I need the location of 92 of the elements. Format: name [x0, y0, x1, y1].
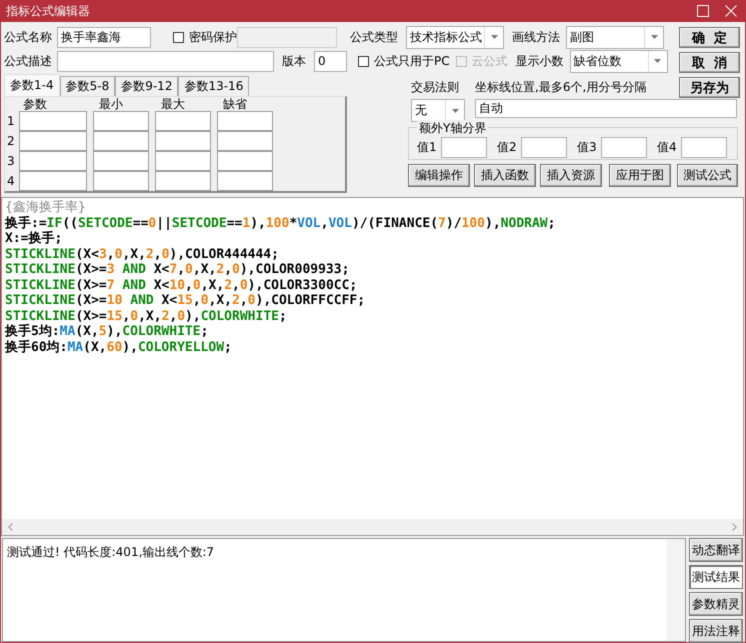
field-label: 值4 [657, 139, 678, 156]
code-line: STICKLINE(X>=7 AND X<10,0,X,2,0),COLOR3300CC; [5, 278, 358, 293]
param-cell[interactable] [217, 131, 273, 151]
field-label: 公式类型 [350, 28, 399, 46]
field-label: 交易法则 [411, 79, 460, 96]
checkbox-label: 公式只用于PC [374, 52, 450, 70]
code-line: 换手60均:MA(X,60),COLORYELLOW; [5, 340, 232, 355]
caret-icon [490, 35, 498, 39]
param-cell[interactable] [155, 111, 211, 131]
param-cell[interactable] [19, 171, 87, 191]
side-button[interactable]: 测试结果 [689, 565, 743, 589]
checkbox-label: 密码保护 [189, 28, 237, 46]
dialog-button[interactable]: 另存为 [679, 77, 740, 98]
param-cell[interactable] [217, 171, 273, 191]
side-button[interactable]: 参数精灵 [689, 592, 743, 616]
output-text: 测试通过! 代码长度:401,输出线个数:7 [6, 544, 216, 561]
version-field[interactable]: 0 [314, 50, 347, 72]
trade-rule-dropdown[interactable]: 无 [411, 99, 465, 122]
field-label: 版本 [282, 52, 307, 70]
action-button[interactable]: 插入资源 [540, 164, 602, 187]
column-header: 缺省 [222, 98, 248, 111]
value-field[interactable] [601, 137, 647, 158]
dialog-button[interactable]: 确 定 [679, 27, 740, 48]
description-field[interactable] [57, 50, 274, 72]
param-cell[interactable] [217, 151, 273, 171]
tab[interactable]: 参数13-16 [178, 76, 250, 96]
side-button[interactable]: 动态翻译 [689, 538, 743, 562]
column-header: 参数 [22, 98, 48, 111]
field-label: 值1 [417, 139, 438, 156]
code-line: STICKLINE(X>=15,0,X,2,0),COLORWHITE; [5, 308, 287, 324]
value-field[interactable] [521, 137, 567, 158]
value-field[interactable] [441, 137, 487, 158]
field-label: 公式描述 [4, 52, 53, 70]
param-cell[interactable] [217, 111, 273, 131]
param-cell[interactable] [155, 131, 211, 151]
param-cell[interactable] [19, 131, 87, 151]
draw-method-dropdown[interactable]: 副图 [566, 26, 664, 48]
tab[interactable]: 参数1-4 [4, 74, 60, 96]
param-cell[interactable] [93, 151, 149, 171]
code-line: X:=换手; [5, 231, 62, 246]
window-title: 指标公式编辑器 [6, 2, 90, 20]
action-button[interactable]: 测试公式 [677, 164, 738, 187]
code-line: STICKLINE(X>=10 AND X<15,0,X,2,0),COLORFFCCFF; [5, 293, 366, 308]
scroll-left-icon [8, 523, 13, 531]
name-field[interactable]: 换手率鑫海 [57, 26, 151, 48]
caret-icon [452, 108, 458, 112]
field-label: 坐标线位置,最多6个,用分号分隔 [475, 79, 646, 96]
column-header: 最小 [98, 98, 124, 111]
action-button[interactable]: 应用于图 [609, 164, 671, 187]
field-label: 公式名称 [4, 28, 53, 46]
checkbox[interactable] [173, 32, 184, 42]
caret-icon [650, 35, 658, 39]
maximize-icon [697, 5, 709, 17]
decimals-dropdown[interactable]: 缺省位数 [570, 50, 668, 72]
formula-type-dropdown[interactable]: 技术指标公式 [406, 26, 504, 48]
field-label: 显示小数 [516, 52, 565, 70]
checkbox-label: 云公式 [472, 52, 508, 70]
column-header: 最大 [160, 98, 186, 111]
caret-icon [654, 59, 662, 63]
row-number: 3 [7, 154, 16, 168]
code-line: {鑫海换手率} [5, 200, 86, 216]
param-cell[interactable] [93, 111, 149, 131]
field-label: 画线方法 [512, 28, 561, 46]
axis-lines-field[interactable]: 自动 [475, 99, 737, 118]
checkbox[interactable] [358, 56, 369, 66]
code-line: 换手:=IF((SETCODE==0||SETCODE==1),100*VOL,VOL)/(FINANCE(7)/100),NODRAW; [5, 216, 556, 230]
param-cell[interactable] [19, 111, 87, 131]
param-cell[interactable] [93, 171, 149, 191]
code-line: 换手5均:MA(X,5),COLORWHITE; [5, 324, 208, 340]
row-number: 2 [7, 134, 16, 148]
field-label: 值3 [577, 139, 598, 156]
param-cell[interactable] [93, 131, 149, 151]
scroll-right-icon [732, 523, 737, 531]
code-line: STICKLINE(X>=3 AND X<7,0,X,2,0),COLOR009933; [5, 262, 350, 278]
value-field[interactable] [681, 137, 727, 158]
tab[interactable]: 参数9-12 [115, 76, 178, 96]
dialog-button[interactable]: 取 消 [679, 52, 740, 73]
side-button[interactable]: 用法注释 [689, 619, 743, 643]
action-button[interactable]: 编辑操作 [408, 164, 470, 187]
group-title: 额外Y轴分界 [417, 120, 488, 137]
param-cell[interactable] [155, 151, 211, 171]
row-number: 1 [7, 114, 16, 128]
scrollbar[interactable] [2, 519, 743, 535]
code-line: STICKLINE(X<3,0,X,2,0),COLOR444444; [5, 246, 279, 262]
code-editor[interactable] [1, 197, 744, 536]
field-label: 值2 [497, 139, 518, 156]
action-button[interactable]: 插入函数 [474, 164, 536, 187]
param-cell[interactable] [19, 151, 87, 171]
row-number: 4 [7, 174, 16, 188]
param-cell[interactable] [155, 171, 211, 191]
tab[interactable]: 参数5-8 [60, 76, 116, 96]
close-icon [725, 5, 737, 17]
